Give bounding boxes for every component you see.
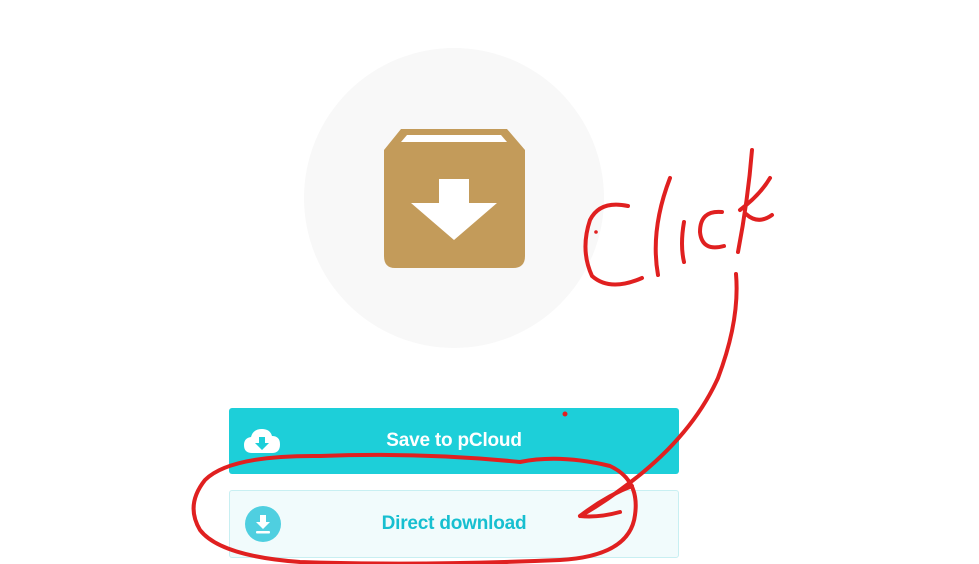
annotation-letter-i: [680, 220, 686, 264]
archive-download-icon: [384, 129, 525, 268]
download-circle-icon: [245, 506, 281, 542]
annotation-letter-c2: [698, 209, 726, 250]
direct-download-button[interactable]: Direct download: [229, 490, 679, 558]
download-page: Save to pCloud Direct download: [0, 0, 979, 564]
annotation-arrow-shaft: [578, 272, 739, 518]
cloud-upload-icon: [244, 429, 280, 453]
annotation-letter-l: [653, 176, 672, 277]
annotation-letter-k: [736, 148, 774, 254]
save-to-pcloud-button[interactable]: Save to pCloud: [229, 408, 679, 474]
save-to-pcloud-label: Save to pCloud: [386, 430, 522, 451]
direct-download-label: Direct download: [381, 513, 527, 534]
